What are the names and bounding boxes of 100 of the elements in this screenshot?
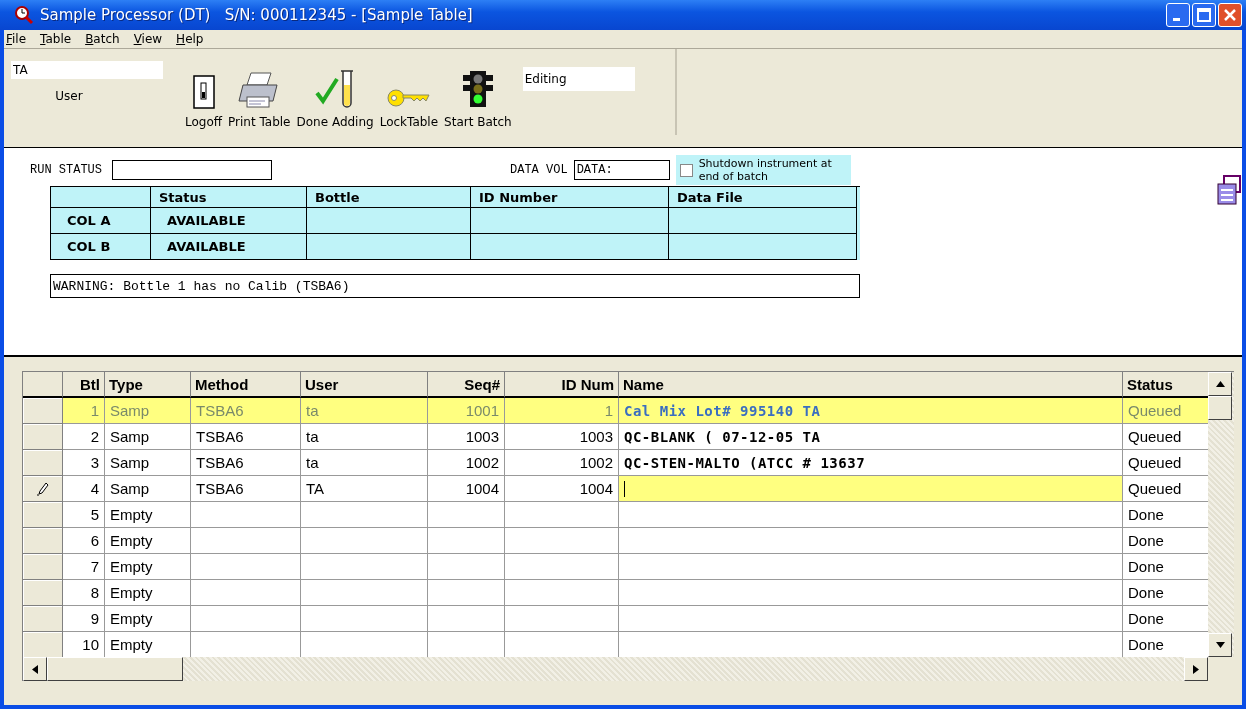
- scroll-thumb[interactable]: [47, 657, 183, 681]
- user-label: User: [55, 89, 83, 103]
- table-cell: TSBA6: [191, 476, 301, 502]
- table-cell: QC-BLANK ( 07-12-05 TA: [619, 424, 1123, 450]
- toolbar-button[interactable]: Start Batch: [441, 51, 515, 129]
- mode-field[interactable]: Editing: [522, 67, 635, 91]
- table-cell: TSBA6: [191, 398, 301, 424]
- maximize-button[interactable]: [1192, 3, 1216, 27]
- table-cell: COL A: [51, 208, 151, 234]
- warning-message: WARNING: Bottle 1 has no Calib (TSBA6): [50, 274, 860, 298]
- column-header[interactable]: Name: [619, 372, 1123, 398]
- run-status-label: RUN STATUS: [30, 163, 102, 177]
- horizontal-scrollbar[interactable]: [22, 657, 1208, 681]
- name-input-cell[interactable]: [619, 476, 1123, 502]
- table-cell: ta: [301, 398, 428, 424]
- table-cell: 9: [63, 606, 105, 632]
- scroll-up-button[interactable]: [1208, 372, 1232, 396]
- table-cell: 2: [63, 424, 105, 450]
- column-header[interactable]: Seq#: [428, 372, 505, 398]
- table-cell: 5: [63, 502, 105, 528]
- menu-item[interactable]: Table: [40, 32, 72, 46]
- table-cell: 8: [63, 580, 105, 606]
- row-header[interactable]: [23, 398, 63, 424]
- table-cell: 1003: [505, 424, 619, 450]
- row-header[interactable]: [23, 528, 63, 554]
- scroll-right-button[interactable]: [1184, 657, 1208, 681]
- right-arrow-icon: [1193, 664, 1199, 674]
- row-header[interactable]: [23, 632, 63, 657]
- toolbar-button[interactable]: Logoff: [182, 51, 226, 129]
- table-cell: Samp: [105, 424, 191, 450]
- table-cell: Empty: [105, 554, 191, 580]
- table-cell: Cal Mix Lot# 995140 TA: [619, 398, 1123, 424]
- table-cell: AVAILABLE: [151, 234, 307, 260]
- table-cell: AVAILABLE: [151, 208, 307, 234]
- table-cell: 3: [63, 450, 105, 476]
- column-header[interactable]: User: [301, 372, 428, 398]
- row-header[interactable]: [23, 450, 63, 476]
- user-field[interactable]: TA: [11, 61, 163, 79]
- table-cell: 7: [63, 554, 105, 580]
- row-header[interactable]: [23, 424, 63, 450]
- toolbar-button[interactable]: Done Adding: [293, 51, 377, 129]
- row-header[interactable]: [23, 606, 63, 632]
- scroll-thumb[interactable]: [1208, 396, 1232, 420]
- table-cell: Empty: [105, 502, 191, 528]
- traffic-light-icon: [460, 69, 495, 109]
- column-header[interactable]: Type: [105, 372, 191, 398]
- left-arrow-icon: [32, 664, 38, 674]
- run-status-field[interactable]: [112, 160, 272, 180]
- vertical-scrollbar[interactable]: [1208, 371, 1234, 657]
- minimize-button[interactable]: [1166, 3, 1190, 27]
- data-vol-label: DATA VOL: [510, 163, 568, 177]
- pencil-icon: [36, 481, 49, 496]
- table-cell: COL B: [51, 234, 151, 260]
- menu-item[interactable]: Help: [176, 32, 204, 46]
- column-header: ID Number: [471, 187, 669, 208]
- switch-icon: [192, 75, 215, 109]
- table-cell: ta: [301, 450, 428, 476]
- menu-item[interactable]: File: [6, 32, 27, 46]
- toolbar-button[interactable]: LockTable: [376, 51, 442, 129]
- column-header: Status: [151, 187, 307, 208]
- row-header[interactable]: [23, 580, 63, 606]
- data-vol-field[interactable]: DATA:: [573, 160, 670, 180]
- column-header[interactable]: Btl: [63, 372, 105, 398]
- table-cell: 1004: [428, 476, 505, 502]
- row-header[interactable]: [23, 554, 63, 580]
- table-cell: 1002: [505, 450, 619, 476]
- table-cell: Samp: [105, 476, 191, 502]
- scroll-down-button[interactable]: [1208, 633, 1232, 657]
- maximize-icon: [1197, 8, 1211, 22]
- table-cell: TSBA6: [191, 450, 301, 476]
- checkbox[interactable]: [679, 163, 693, 177]
- column-header[interactable]: Status: [1123, 372, 1208, 398]
- minimize-icon: [1173, 17, 1180, 21]
- menu-item[interactable]: Batch: [85, 32, 120, 46]
- scroll-left-button[interactable]: [23, 657, 47, 681]
- table-cell: Empty: [105, 606, 191, 632]
- table-cell: TSBA6: [191, 424, 301, 450]
- text-cursor: [624, 480, 625, 497]
- table-cell: 4: [63, 476, 105, 502]
- menu-item[interactable]: View: [133, 32, 163, 46]
- close-button[interactable]: [1218, 3, 1242, 27]
- toolbar-button[interactable]: Print Table: [225, 51, 294, 129]
- table-cell: Samp: [105, 398, 191, 424]
- column-header[interactable]: ID Num: [505, 372, 619, 398]
- up-arrow-icon: [1215, 381, 1225, 387]
- app-icon: [14, 5, 34, 25]
- row-header[interactable]: [23, 502, 63, 528]
- table-cell: 1: [63, 398, 105, 424]
- table-cell: 1001: [428, 398, 505, 424]
- row-header[interactable]: [23, 476, 63, 502]
- table-cell: Empty: [105, 580, 191, 606]
- table-cell: 1003: [428, 424, 505, 450]
- shutdown-checkbox[interactable]: Shutdown instrument at end of batch: [675, 155, 851, 185]
- close-icon: [1223, 8, 1237, 22]
- table-cell: Empty: [105, 528, 191, 554]
- table-cell: 1: [505, 398, 619, 424]
- table-cell: TA: [301, 476, 428, 502]
- column-header[interactable]: Method: [191, 372, 301, 398]
- key-icon: [385, 87, 432, 109]
- column-header: Data File: [669, 187, 857, 208]
